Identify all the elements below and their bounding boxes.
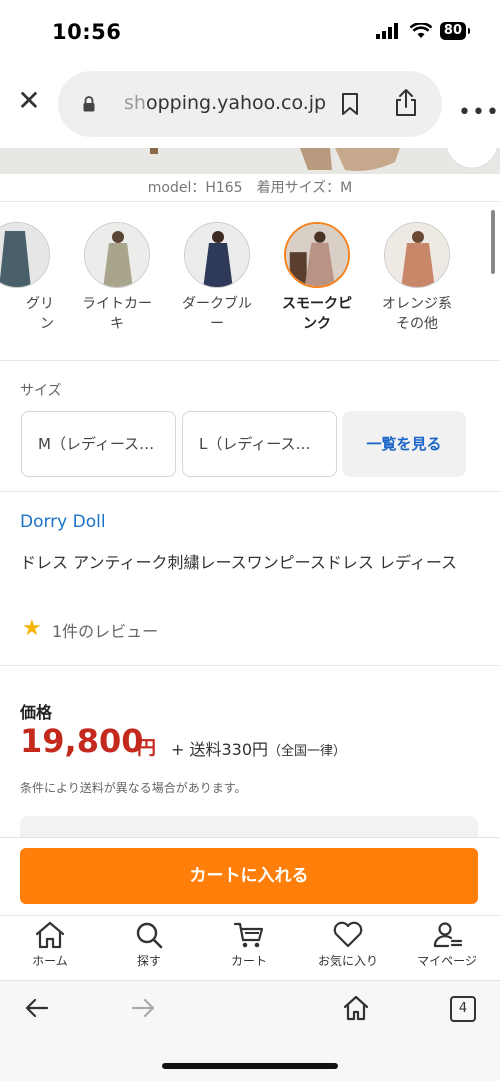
status-time: 10:56	[52, 20, 122, 44]
color-label-green[interactable]: グリ ン	[0, 294, 54, 334]
cart-icon	[233, 922, 264, 948]
color-label-dark-blue[interactable]: ダークブル ー	[169, 294, 265, 334]
divider	[0, 491, 500, 492]
price-currency: 円	[137, 737, 157, 759]
forward-arrow-icon[interactable]	[130, 996, 156, 1020]
user-icon	[433, 922, 463, 948]
add-to-cart-button[interactable]: カートに入れる	[20, 848, 478, 904]
bookmark-icon[interactable]	[340, 92, 360, 116]
home-icon	[35, 921, 65, 949]
lock-icon	[83, 96, 95, 112]
size-title: サイズ	[20, 383, 62, 399]
scrollbar[interactable]	[491, 210, 495, 274]
back-arrow-icon[interactable]	[24, 996, 50, 1020]
color-label-orange-other[interactable]: オレンジ系 その他	[369, 294, 465, 334]
nav-mypage[interactable]: マイページ	[402, 920, 492, 969]
review-link[interactable]: 1件のレビュー	[52, 618, 158, 642]
heart-icon	[333, 921, 363, 948]
nav-cart[interactable]: カート	[204, 920, 294, 969]
signal-icon	[375, 23, 398, 39]
color-swatch-light-khaki[interactable]	[84, 222, 150, 288]
shipping-condition: 条件により送料が異なる場合があります。	[20, 781, 247, 795]
divider	[0, 665, 500, 666]
product-title: ドレス アンティーク刺繍レースワンピースドレス レディース	[20, 553, 458, 572]
size-option-m[interactable]: M（レディース…	[21, 411, 176, 477]
battery-icon: 80	[439, 22, 471, 40]
home-indicator	[162, 1063, 338, 1069]
model-caption: model：H165 着用サイズ：M	[147, 180, 353, 196]
color-swatch-orange-other[interactable]	[384, 222, 450, 288]
divider	[0, 360, 500, 361]
product-image[interactable]	[0, 148, 500, 174]
star-icon: ★	[22, 616, 42, 641]
tabs-button[interactable]: 4	[450, 996, 476, 1022]
color-label-smoke-pink[interactable]: スモークピ ンク	[269, 294, 365, 334]
size-list-button[interactable]: 一覧を見る	[342, 411, 466, 477]
wifi-icon	[409, 23, 432, 38]
close-icon[interactable]: ✕	[14, 86, 44, 116]
nav-search[interactable]: 探す	[104, 920, 194, 969]
url-text[interactable]: shopping.yahoo.co.jp	[124, 92, 326, 114]
brand-link[interactable]: Dorry Doll	[20, 512, 106, 532]
more-icon[interactable]: •••	[458, 100, 500, 125]
color-swatch-dark-blue[interactable]	[184, 222, 250, 288]
shipping-fee: + 送料330円（全国一律）	[171, 740, 347, 759]
search-icon	[136, 922, 163, 949]
nav-home[interactable]: ホーム	[5, 920, 95, 969]
browser-home-icon[interactable]	[342, 994, 370, 1022]
share-icon[interactable]	[393, 88, 419, 118]
price-amount: 19,800	[20, 722, 144, 760]
color-label-light-khaki[interactable]: ライトカー キ	[69, 294, 165, 334]
price-label: 価格	[20, 703, 53, 722]
status-icons: 80	[375, 22, 471, 40]
size-option-l[interactable]: L（レディース…	[182, 411, 337, 477]
color-swatch-smoke-pink[interactable]	[284, 222, 350, 288]
divider	[0, 201, 500, 202]
nav-favorites[interactable]: お気に入り	[303, 920, 393, 969]
color-swatch-green[interactable]	[0, 222, 50, 288]
